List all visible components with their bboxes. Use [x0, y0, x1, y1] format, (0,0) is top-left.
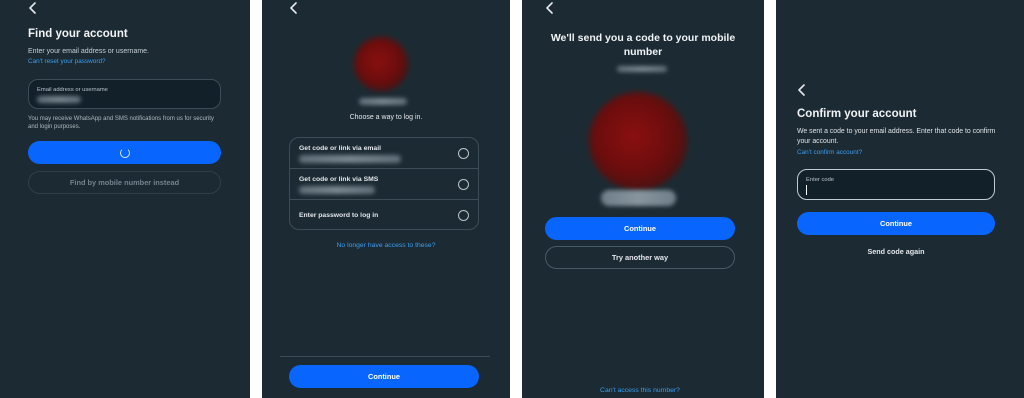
- option-email-label: Get code or link via email: [299, 145, 381, 152]
- profile-avatar: [354, 37, 408, 91]
- login-options-list: Get code or link via email Get code or l…: [289, 137, 479, 230]
- redacted-phone-number: [617, 66, 667, 72]
- send-code-again-button[interactable]: Send code again: [797, 247, 995, 257]
- instruction-text: We sent a code to your email address. En…: [797, 128, 996, 145]
- footer-divider: [280, 356, 490, 357]
- page-title: Find your account: [28, 28, 128, 40]
- email-username-field[interactable]: Email address or username: [28, 79, 221, 109]
- option-email[interactable]: Get code or link via email: [290, 138, 478, 169]
- confirm-account-screen: Confirm your account We sent a code to y…: [776, 0, 1024, 398]
- email-username-label: Email address or username: [37, 87, 108, 93]
- divider: [250, 0, 262, 398]
- submit-button-loading[interactable]: [28, 141, 221, 164]
- back-chevron-icon[interactable]: [28, 2, 42, 18]
- back-chevron-icon[interactable]: [289, 2, 303, 18]
- find-account-screen: Find your account Enter your email addre…: [0, 0, 250, 398]
- find-by-mobile-button[interactable]: Find by mobile number instead: [28, 171, 221, 194]
- redacted-email: [299, 155, 401, 163]
- profile-avatar: [589, 92, 687, 190]
- text-caret: [806, 185, 808, 195]
- redacted-username: [601, 190, 676, 206]
- notification-notice: You may receive WhatsApp and SMS notific…: [28, 116, 214, 130]
- back-chevron-icon[interactable]: [797, 84, 811, 100]
- option-password-label: Enter password to log in: [299, 212, 379, 219]
- no-longer-access-link[interactable]: No longer have access to these?: [262, 242, 510, 249]
- continue-button[interactable]: Continue: [289, 365, 479, 388]
- option-password[interactable]: Enter password to log in: [290, 200, 478, 229]
- redacted-username: [37, 96, 81, 103]
- choose-login-method-screen: Choose a way to log in. Get code or link…: [262, 0, 510, 398]
- option-sms[interactable]: Get code or link via SMS: [290, 169, 478, 200]
- continue-button[interactable]: Continue: [545, 217, 735, 240]
- radio-empty-icon[interactable]: [458, 179, 469, 190]
- cant-confirm-account-link[interactable]: Can't confirm account?: [797, 149, 862, 156]
- radio-empty-icon[interactable]: [458, 148, 469, 159]
- redacted-username: [359, 98, 407, 105]
- enter-code-label: Enter code: [806, 177, 835, 183]
- option-sms-label: Get code or link via SMS: [299, 176, 379, 183]
- page-title: Confirm your account: [797, 108, 917, 120]
- cant-reset-password-link[interactable]: Can't reset your password?: [28, 58, 106, 65]
- divider: [510, 0, 522, 398]
- page-title: We'll send you a code to your mobile num…: [550, 32, 736, 58]
- cant-access-number-link[interactable]: Can't access this number?: [522, 387, 758, 394]
- redacted-phone: [299, 186, 375, 194]
- spinner-icon: [119, 147, 130, 158]
- instruction-text: Enter your email address or username.: [28, 48, 149, 55]
- back-chevron-icon[interactable]: [545, 2, 559, 18]
- choose-way-prompt: Choose a way to log in.: [349, 114, 423, 121]
- radio-empty-icon[interactable]: [458, 210, 469, 221]
- continue-button[interactable]: Continue: [797, 212, 995, 235]
- divider: [764, 0, 776, 398]
- enter-code-field[interactable]: Enter code: [797, 169, 995, 200]
- send-code-screen: We'll send you a code to your mobile num…: [522, 0, 764, 398]
- try-another-way-button[interactable]: Try another way: [545, 246, 735, 269]
